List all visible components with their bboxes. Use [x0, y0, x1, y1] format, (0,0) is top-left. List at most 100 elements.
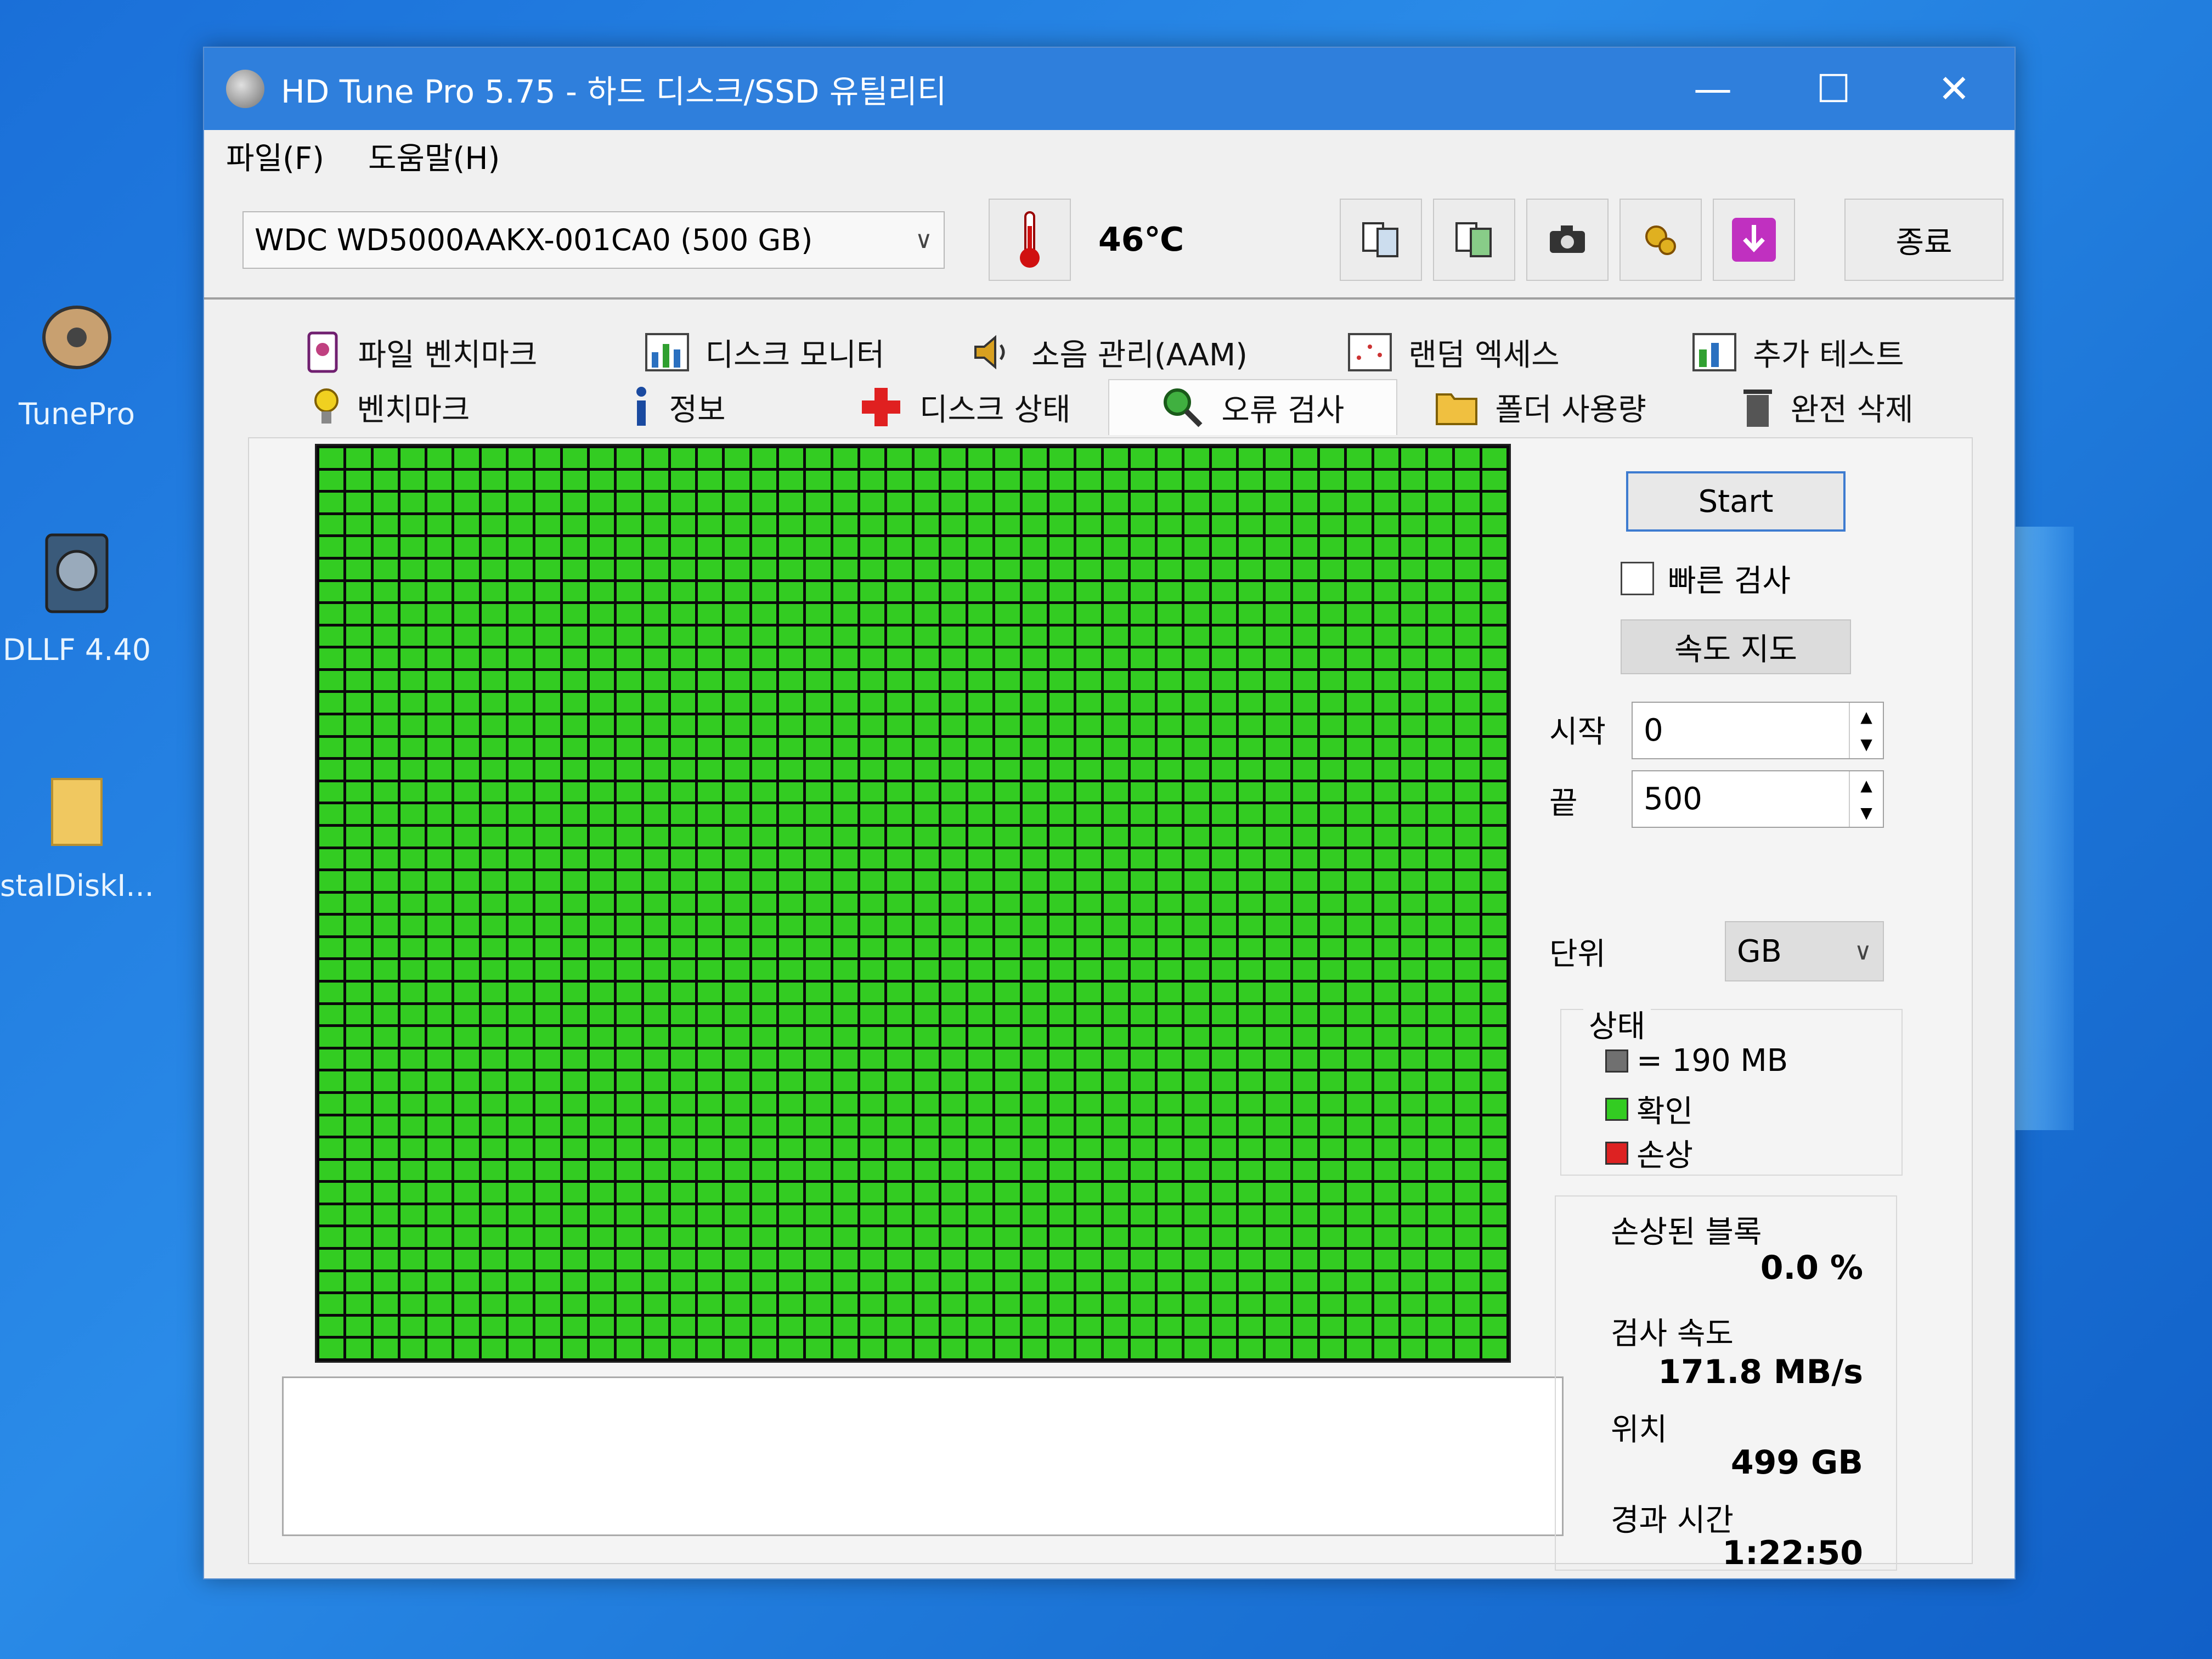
scan-block: [562, 493, 587, 512]
tab-disk-monitor[interactable]: 디스크 모니터: [592, 325, 937, 380]
start-field[interactable]: 0 ▲ ▼: [1632, 702, 1884, 759]
scan-block: [833, 1183, 857, 1203]
scan-block: [1158, 1049, 1182, 1069]
save-button[interactable]: [1713, 199, 1795, 281]
quick-scan-option[interactable]: 빠른 검사: [1621, 556, 1791, 601]
tab-info[interactable]: 정보: [535, 380, 822, 435]
scan-block: [1158, 1227, 1182, 1248]
up-arrow-icon[interactable]: ▲: [1850, 703, 1883, 731]
scan-block: [509, 893, 533, 913]
scan-block: [698, 1183, 723, 1203]
scan-block: [617, 693, 641, 713]
extra-tests-icon: [1692, 333, 1737, 371]
scan-block: [481, 515, 506, 535]
quick-scan-checkbox[interactable]: [1621, 562, 1654, 595]
scan-block: [1428, 1316, 1453, 1336]
scan-block: [481, 1272, 506, 1292]
scan-block: [887, 804, 912, 824]
end-spinner[interactable]: ▲ ▼: [1849, 771, 1883, 827]
scan-block: [346, 559, 371, 579]
tab-label: 랜덤 엑세스: [1408, 337, 1560, 373]
scan-block: [1401, 1160, 1426, 1181]
scan-speed-label: 검사 속도: [1611, 1316, 1734, 1352]
tab-file-benchmark[interactable]: 파일 벤치마크: [248, 325, 592, 380]
scan-block: [725, 849, 749, 869]
options-button[interactable]: [1620, 199, 1702, 281]
scan-block: [1374, 1272, 1398, 1292]
scan-block: [319, 559, 344, 579]
scan-block: [1347, 849, 1372, 869]
scan-block: [1211, 715, 1237, 735]
tab-folder-usage[interactable]: 폴더 사용량: [1397, 380, 1684, 435]
scan-block: [752, 1272, 777, 1292]
scan-block: [914, 1294, 939, 1314]
chevron-down-icon: ∨: [915, 225, 933, 254]
maximize-button[interactable]: ☐: [1773, 48, 1894, 130]
up-arrow-icon[interactable]: ▲: [1850, 771, 1883, 799]
scan-block: [400, 582, 425, 602]
desktop-icon-dllf[interactable]: DLLF 4.40: [0, 532, 154, 667]
scan-block: [1049, 470, 1074, 490]
desktop-icon-crystaldisk[interactable]: stalDiskI...: [0, 768, 154, 903]
tab-extra-tests[interactable]: 추가 테스트: [1626, 325, 1971, 380]
scan-block: [752, 1049, 777, 1069]
scan-block: [833, 559, 857, 579]
unit-select[interactable]: GB ∨: [1725, 921, 1884, 981]
temperature-button[interactable]: [989, 199, 1071, 281]
scan-block: [752, 871, 777, 891]
tab-error-scan[interactable]: 오류 검사: [1108, 379, 1397, 435]
scan-block: [454, 1027, 479, 1047]
scan-block: [1347, 604, 1372, 624]
scan-block: [1076, 1316, 1101, 1336]
menu-file[interactable]: 파일(F): [204, 134, 346, 178]
start-spinner[interactable]: ▲ ▼: [1849, 703, 1883, 758]
scan-block: [617, 1316, 641, 1336]
scan-block: [1266, 693, 1290, 713]
minimize-button[interactable]: —: [1652, 48, 1773, 130]
legend-label: 손상: [1637, 1138, 1694, 1173]
exit-button[interactable]: 종료: [1844, 199, 2004, 281]
copy-screen-button[interactable]: [1433, 199, 1515, 281]
scan-block: [1266, 648, 1290, 668]
scan-block: [1482, 916, 1506, 935]
scan-block: [1401, 470, 1426, 490]
scan-block: [1211, 1005, 1237, 1025]
title-bar[interactable]: HD Tune Pro 5.75 - 하드 디스크/SSD 유틸리티 — ☐ ✕: [204, 48, 2015, 130]
tab-erase[interactable]: 완전 삭제: [1684, 380, 1971, 435]
scan-block: [1428, 1250, 1453, 1269]
scan-block: [1319, 448, 1345, 468]
menu-help[interactable]: 도움말(H): [346, 134, 522, 178]
scan-block: [346, 938, 371, 958]
scan-block: [806, 493, 831, 512]
scan-block: [752, 849, 777, 869]
drive-select[interactable]: WDC WD5000AAKX-001CA0 (500 GB) ∨: [242, 211, 945, 269]
scan-block: [1455, 849, 1480, 869]
scan-block: [860, 782, 885, 802]
scan-block: [535, 1316, 560, 1336]
start-button[interactable]: Start: [1626, 471, 1846, 532]
down-arrow-icon[interactable]: ▼: [1850, 731, 1883, 759]
scan-block: [1293, 493, 1317, 512]
speed-map-button[interactable]: 속도 지도: [1621, 619, 1851, 674]
down-arrow-icon[interactable]: ▼: [1850, 799, 1883, 827]
scan-block: [1293, 893, 1317, 913]
screenshot-button[interactable]: [1526, 199, 1609, 281]
scan-block: [1211, 1049, 1237, 1069]
scan-block: [346, 648, 371, 668]
desktop-icon-tunepro[interactable]: TunePro: [0, 296, 154, 431]
scan-block: [1076, 1294, 1101, 1314]
scan-block: [914, 448, 939, 468]
tab-aam[interactable]: 소음 관리(AAM): [937, 325, 1282, 380]
scan-block: [1049, 1138, 1074, 1158]
close-button[interactable]: ✕: [1894, 48, 2015, 130]
tab-random-access[interactable]: 랜덤 엑세스: [1282, 325, 1626, 380]
tab-health[interactable]: 디스크 상태: [821, 380, 1108, 435]
tab-benchmark[interactable]: 벤치마크: [248, 380, 535, 435]
scan-block: [995, 1250, 1020, 1269]
copy-info-button[interactable]: [1340, 199, 1422, 281]
scan-block: [400, 1005, 425, 1025]
scan-block: [1401, 1250, 1426, 1269]
scan-block: [1184, 1339, 1209, 1358]
scan-block: [535, 1049, 560, 1069]
end-field[interactable]: 500 ▲ ▼: [1632, 770, 1884, 828]
